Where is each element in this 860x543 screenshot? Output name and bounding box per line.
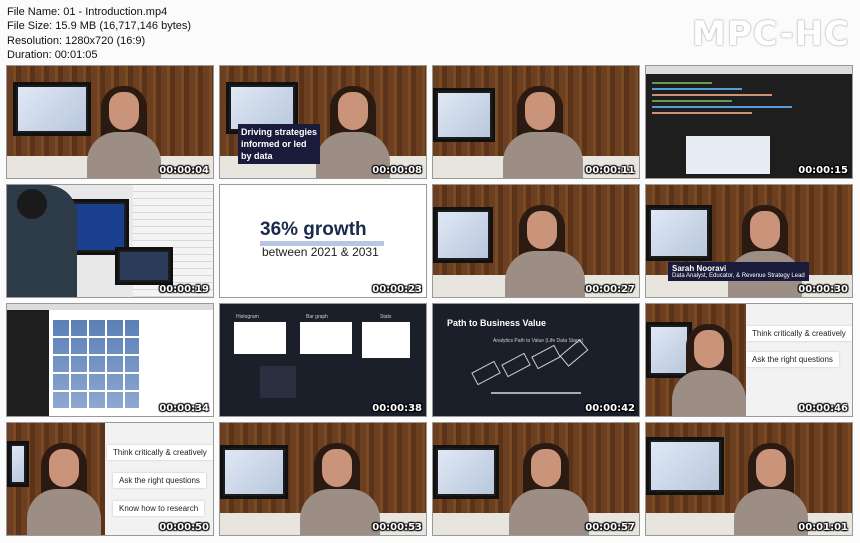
timestamp: 00:00:19 — [159, 284, 209, 295]
speaker-name: Sarah Nooravi — [672, 264, 727, 273]
resolution: Resolution: 1280x720 (16:9) — [7, 34, 146, 47]
timestamp: 00:00:50 — [159, 522, 209, 533]
caption-box: Driving strategies informed or led by da… — [238, 124, 321, 164]
thumbnail-16[interactable]: 00:01:01 — [645, 422, 853, 536]
thumbnail-12[interactable]: Think critically & creatively Ask the ri… — [645, 303, 853, 417]
timestamp: 00:00:11 — [585, 165, 635, 176]
growth-headline: 36% growth — [260, 219, 367, 240]
timestamp: 00:00:42 — [585, 403, 635, 414]
timestamp: 00:00:46 — [798, 403, 848, 414]
chart-title: Histogram — [236, 314, 259, 320]
timestamp: 00:00:04 — [159, 165, 209, 176]
caption: Ask the right questions — [113, 473, 206, 488]
timestamp: 00:00:27 — [585, 284, 635, 295]
thumbnail-4[interactable]: 00:00:15 — [645, 65, 853, 179]
caption-line: by data — [241, 151, 273, 161]
thumbnail-11[interactable]: Path to Business Value Analytics Path to… — [432, 303, 640, 417]
caption: Ask the right questions — [746, 352, 839, 367]
thumbnail-15[interactable]: 00:00:57 — [432, 422, 640, 536]
file-size: File Size: 15.9 MB (16,717,146 bytes) — [7, 20, 192, 33]
chart-title: Bar graph — [306, 314, 328, 320]
caption-line: Driving strategies — [241, 127, 318, 137]
caption-line: informed or led — [241, 139, 307, 149]
thumbnail-8[interactable]: Sarah Nooravi Data Analyst, Educator, & … — [645, 184, 853, 298]
thumbnail-2[interactable]: Driving strategies informed or led by da… — [219, 65, 427, 179]
timestamp: 00:00:30 — [798, 284, 848, 295]
growth-subline: between 2021 & 2031 — [262, 245, 379, 259]
timestamp: 00:00:08 — [372, 165, 422, 176]
timestamp: 00:00:34 — [159, 403, 209, 414]
slide-title: Path to Business Value — [447, 318, 547, 328]
thumbnail-9[interactable]: 00:00:34 — [6, 303, 214, 417]
timestamp: 00:00:57 — [585, 522, 635, 533]
timestamp: 00:00:23 — [372, 284, 422, 295]
thumbnail-1[interactable]: 00:00:04 — [6, 65, 214, 179]
timestamp: 00:01:01 — [798, 522, 848, 533]
timestamp: 00:00:15 — [798, 165, 848, 176]
file-info: File Name: 01 - Introduction.mp4 File Si… — [7, 5, 191, 63]
chart-title: Stats — [380, 314, 392, 320]
thumbnail-3[interactable]: 00:00:11 — [432, 65, 640, 179]
thumbnail-6[interactable]: 36% growth between 2021 & 2031 00:00:23 — [219, 184, 427, 298]
timestamp: 00:00:38 — [372, 403, 422, 414]
slide-subtitle: Analytics Path to Value (Life Data Stage… — [493, 338, 584, 344]
timestamp: 00:00:53 — [372, 522, 422, 533]
file-name: File Name: 01 - Introduction.mp4 — [7, 6, 168, 18]
caption: Know how to research — [113, 501, 205, 516]
thumbnail-13[interactable]: Think critically & creatively Ask the ri… — [6, 422, 214, 536]
mpc-hc-logo: MPC-HC — [691, 14, 850, 54]
thumbnail-14[interactable]: 00:00:53 — [219, 422, 427, 536]
duration: Duration: 00:01:05 — [7, 49, 98, 62]
caption: Think critically & creatively — [746, 326, 852, 341]
thumbnail-5[interactable]: 00:00:19 — [6, 184, 214, 298]
thumbnail-10[interactable]: Histogram Bar graph Stats 00:00:38 — [219, 303, 427, 417]
caption: Think critically & creatively — [107, 445, 213, 460]
name-lower-third: Sarah Nooravi Data Analyst, Educator, & … — [668, 262, 809, 281]
speaker-role: Data Analyst, Educator, & Revenue Strate… — [672, 273, 805, 279]
thumbnail-7[interactable]: 00:00:27 — [432, 184, 640, 298]
